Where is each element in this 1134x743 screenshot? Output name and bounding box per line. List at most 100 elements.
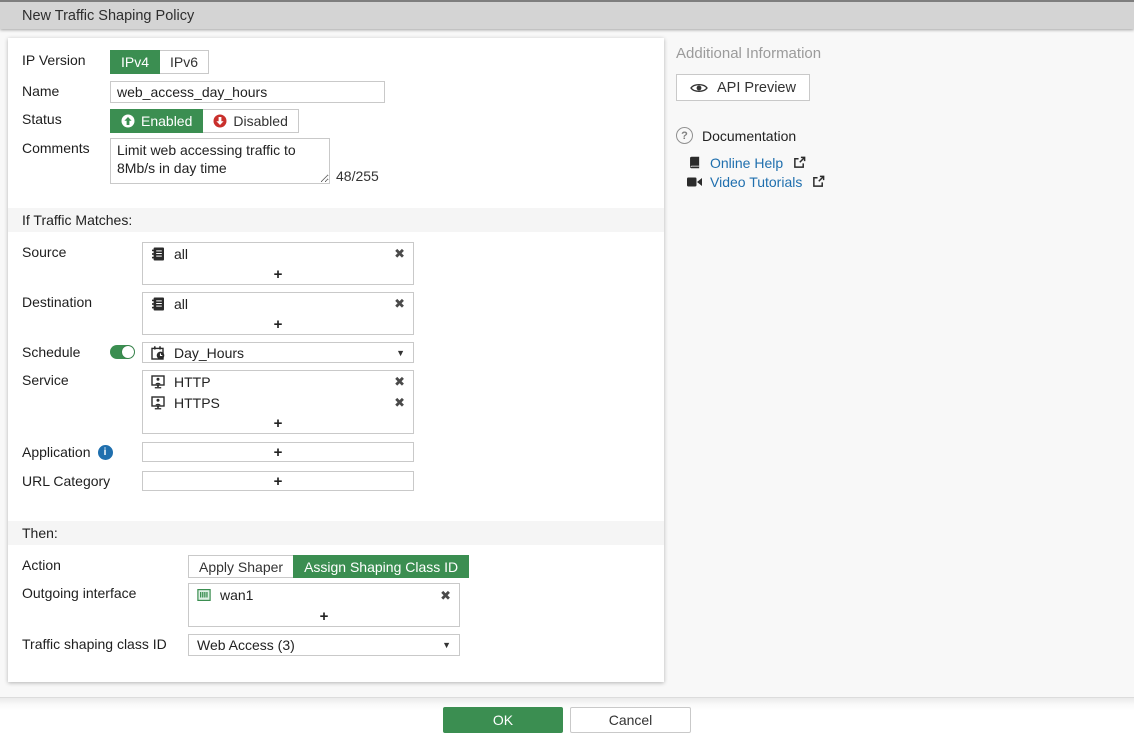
cancel-button[interactable]: Cancel: [570, 707, 691, 733]
ipv4-option[interactable]: IPv4: [110, 50, 161, 74]
name-label: Name: [22, 83, 60, 99]
destination-add-button[interactable]: +: [143, 314, 413, 334]
remove-icon[interactable]: ✖: [394, 297, 405, 310]
name-input[interactable]: [110, 81, 385, 103]
ipv6-option[interactable]: IPv6: [159, 50, 210, 74]
schedule-calendar-icon: [151, 345, 166, 360]
api-preview-button[interactable]: API Preview: [676, 74, 810, 101]
chevron-down-icon: ▼: [396, 347, 405, 358]
interface-item-label: wan1: [220, 587, 254, 603]
apply-shaper-option[interactable]: Apply Shaper: [188, 555, 295, 578]
source-label: Source: [22, 244, 67, 260]
url-category-box: +: [142, 471, 414, 491]
status-enabled-button[interactable]: Enabled: [110, 109, 204, 133]
application-label: Application: [22, 444, 91, 460]
status-disabled-text: Disabled: [233, 113, 288, 129]
name-row: Name: [8, 81, 664, 103]
ip-version-row: IP Version IPv4 IPv6: [8, 50, 664, 74]
service-item-label: HTTP: [174, 373, 211, 390]
page-title: New Traffic Shaping Policy: [22, 7, 195, 24]
remove-icon[interactable]: ✖: [394, 396, 405, 409]
status-segmented: Enabled Disabled: [110, 109, 299, 133]
schedule-value: Day_Hours: [174, 344, 245, 361]
section-then: Then:: [8, 521, 664, 545]
shaping-class-row: Traffic shaping class ID Web Access (3) …: [8, 634, 664, 656]
comments-char-counter: 48/255: [336, 168, 379, 184]
assign-shaping-class-option[interactable]: Assign Shaping Class ID: [293, 555, 470, 578]
destination-box: all ✖ +: [142, 292, 414, 335]
documentation-header: ? Documentation: [676, 127, 1106, 144]
source-item-label: all: [174, 245, 189, 262]
traffic-shaping-policy-dialog: New Traffic Shaping Policy IP Version IP…: [0, 0, 1134, 743]
action-segmented: Apply Shaper Assign Shaping Class ID: [188, 555, 470, 578]
service-label: Service: [22, 372, 69, 388]
url-category-row: URL Category +: [8, 471, 664, 491]
destination-item-label: all: [174, 295, 189, 312]
application-box: +: [142, 442, 414, 462]
outgoing-interface-row: Outgoing interface wan1 ✖ +: [8, 583, 664, 627]
remove-icon[interactable]: ✖: [440, 589, 451, 602]
question-mark-icon: ?: [676, 127, 693, 144]
comments-input[interactable]: Limit web accessing traffic to 8Mb/s in …: [110, 138, 330, 184]
source-item-all: all ✖: [143, 243, 413, 264]
video-tutorials-row: Video Tutorials: [686, 172, 1106, 191]
status-disabled-button[interactable]: Disabled: [202, 109, 299, 133]
book-icon: [686, 156, 702, 169]
ip-version-label: IP Version: [22, 52, 86, 68]
video-tutorials-link[interactable]: Video Tutorials: [710, 174, 802, 190]
interface-item-wan1: wan1 ✖: [189, 584, 459, 606]
policy-form-panel: IP Version IPv4 IPv6 Name Status Enabled: [8, 38, 664, 682]
application-row: Application i +: [8, 442, 664, 462]
service-item-http: HTTP ✖: [143, 371, 413, 392]
shaping-class-label: Traffic shaping class ID: [22, 636, 167, 652]
comments-label: Comments: [22, 140, 90, 156]
shaping-class-select[interactable]: Web Access (3) ▼: [188, 634, 460, 656]
action-label: Action: [22, 557, 61, 573]
online-help-row: Online Help: [686, 153, 1106, 172]
documentation-label: Documentation: [702, 127, 797, 144]
external-link-icon: [810, 175, 826, 188]
status-row: Status Enabled Disabled: [8, 109, 664, 133]
chevron-down-icon: ▼: [442, 640, 451, 650]
outgoing-interface-label: Outgoing interface: [22, 585, 137, 601]
schedule-select[interactable]: Day_Hours ▼: [142, 342, 414, 363]
dialog-footer: OK Cancel: [0, 697, 1134, 743]
remove-icon[interactable]: ✖: [394, 375, 405, 388]
circle-down-arrow-icon: [213, 114, 227, 128]
destination-label: Destination: [22, 294, 93, 310]
dialog-titlebar: New Traffic Shaping Policy: [0, 0, 1134, 29]
service-monitor-icon: [151, 395, 166, 410]
address-book-icon: [151, 297, 166, 311]
ethernet-port-icon: [197, 588, 212, 602]
source-box: all ✖ +: [142, 242, 414, 285]
destination-row: Destination all ✖ +: [8, 292, 664, 335]
source-row: Source all ✖ +: [8, 242, 664, 285]
status-label: Status: [22, 111, 62, 127]
schedule-label: Schedule: [22, 344, 81, 360]
remove-icon[interactable]: ✖: [394, 247, 405, 260]
action-row: Action Apply Shaper Assign Shaping Class…: [8, 555, 664, 578]
outgoing-interface-box: wan1 ✖ +: [188, 583, 460, 627]
schedule-toggle[interactable]: [110, 345, 135, 359]
service-item-https: HTTPS ✖: [143, 392, 413, 413]
source-add-button[interactable]: +: [143, 264, 413, 284]
comments-row: Comments Limit web accessing traffic to …: [8, 138, 664, 184]
api-preview-label: API Preview: [717, 79, 796, 96]
additional-info-header: Additional Information: [676, 45, 822, 62]
external-link-icon: [791, 156, 807, 169]
info-icon[interactable]: i: [97, 444, 113, 460]
online-help-link[interactable]: Online Help: [710, 155, 783, 171]
outgoing-interface-add-button[interactable]: +: [189, 606, 459, 626]
url-category-add-button[interactable]: +: [143, 472, 413, 490]
address-book-icon: [151, 247, 166, 261]
ok-button[interactable]: OK: [443, 707, 563, 733]
video-camera-icon: [686, 177, 702, 187]
schedule-row: Schedule Day_Hours ▼: [8, 342, 664, 363]
application-add-button[interactable]: +: [143, 443, 413, 461]
service-row: Service HTTP ✖ HTTPS ✖ +: [8, 370, 664, 434]
service-add-button[interactable]: +: [143, 413, 413, 433]
service-item-label: HTTPS: [174, 394, 220, 411]
ip-version-segmented: IPv4 IPv6: [110, 50, 210, 74]
destination-item-all: all ✖: [143, 293, 413, 314]
status-enabled-text: Enabled: [141, 113, 193, 129]
